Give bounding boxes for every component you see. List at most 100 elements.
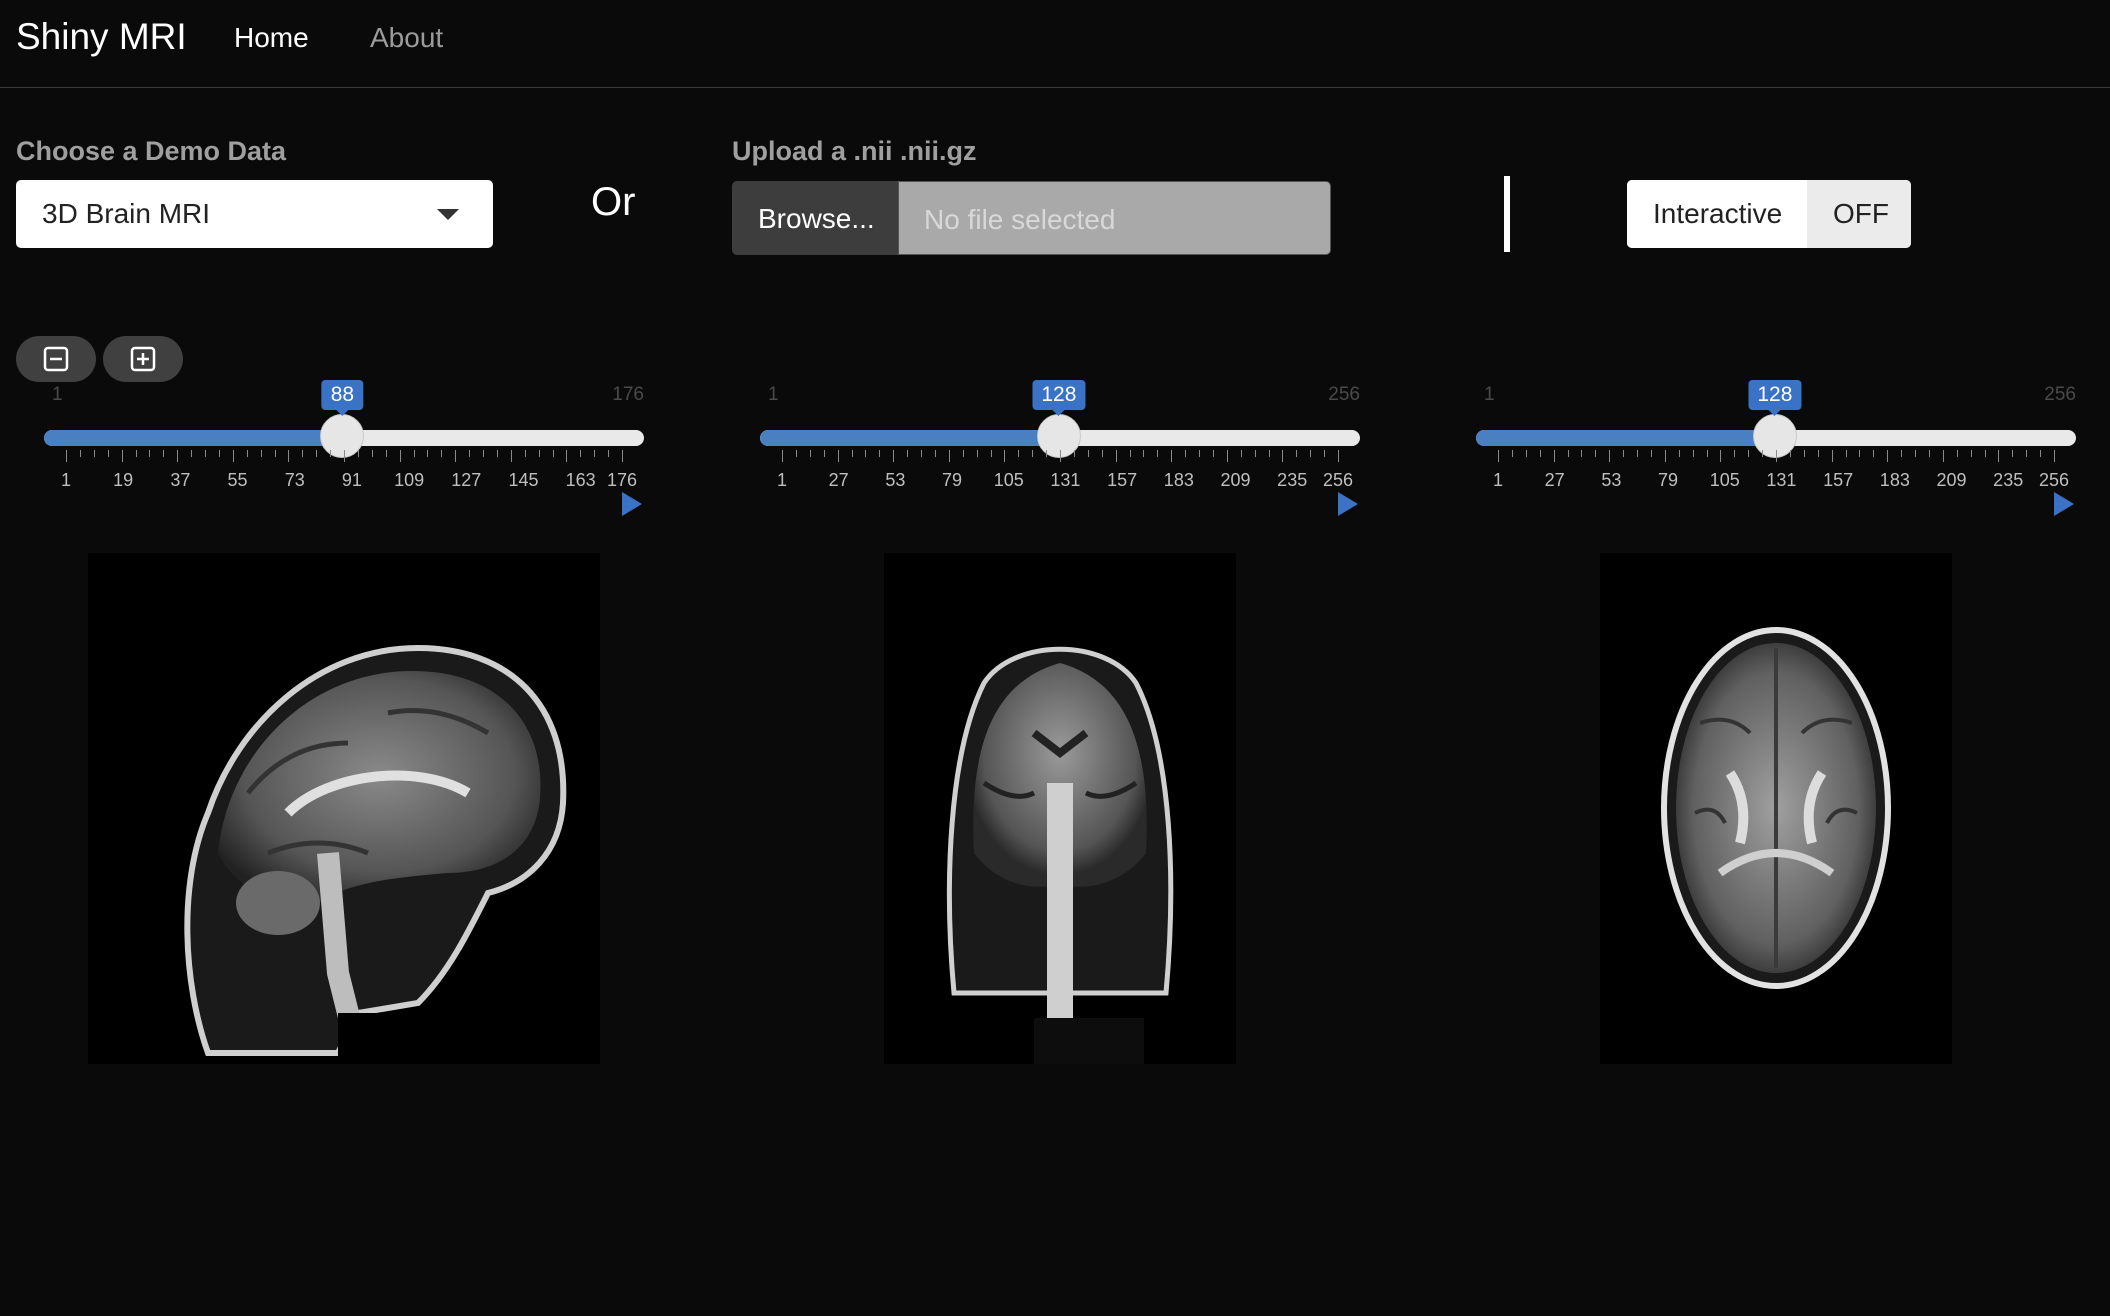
- slider-tick: [782, 450, 783, 462]
- slider-tick: [851, 450, 853, 457]
- slider-tick: [795, 450, 797, 457]
- slider-tick-label: 91: [341, 470, 362, 490]
- or-separator: Or: [591, 180, 636, 224]
- slider-tick: [1032, 450, 1034, 457]
- slider-tick: [1706, 450, 1708, 457]
- slider-max-label: 256: [1328, 384, 1360, 405]
- slider-tick: [93, 450, 95, 457]
- slider-tick: [191, 450, 193, 457]
- slider-tick-label: 37: [170, 470, 191, 490]
- slider-tick: [107, 450, 109, 457]
- axial-slice-slider[interactable]: 1 256 128 1 27 53 79 105 131 157 183 209 235 256: [1476, 380, 2076, 520]
- sagittal-slice-slider[interactable]: 1 176 88 1 19 37 55 73 91 109 127 145 163 176: [44, 380, 644, 520]
- plus-square-icon: [130, 346, 156, 372]
- slider-tick: [357, 450, 359, 457]
- axial-mri-slice[interactable]: [1600, 553, 1952, 1064]
- slider-tick: [879, 450, 881, 457]
- slider-tick: [149, 450, 151, 457]
- slider-tick-label: 127: [451, 470, 482, 490]
- slider-tick: [1970, 450, 1972, 457]
- slider-tick: [1498, 450, 1499, 462]
- brain-axial-image: [1661, 627, 1891, 989]
- sagittal-mri-slice[interactable]: [88, 553, 600, 1064]
- slider-tick: [232, 450, 234, 462]
- slider-tick: [483, 450, 484, 457]
- slider-tick: [371, 450, 373, 457]
- slider-tick: [1762, 450, 1764, 457]
- play-icon[interactable]: [1338, 492, 1358, 516]
- slider-tick-label: 235: [1277, 470, 1308, 490]
- slider-tick: [1984, 450, 1986, 457]
- slider-tick-label: 157: [1107, 470, 1138, 490]
- slider-min-label: 1: [1484, 384, 1495, 405]
- app-brand[interactable]: Shiny MRI: [16, 16, 187, 58]
- file-name-field[interactable]: No file selected: [898, 181, 1331, 255]
- slider-tick: [1157, 450, 1159, 457]
- slider-tick: [385, 450, 387, 457]
- zoom-out-button[interactable]: [16, 336, 96, 382]
- slider-tick: [1553, 450, 1555, 462]
- browse-button[interactable]: Browse...: [732, 181, 898, 255]
- slider-tick: [1143, 450, 1145, 457]
- slider-tick: [1046, 450, 1048, 457]
- slider-value-bubble: 88: [321, 380, 364, 416]
- slider-tick: [594, 450, 596, 457]
- slider-tick: [316, 450, 318, 457]
- slider-tick: [1310, 450, 1312, 457]
- slider-tick: [302, 450, 304, 457]
- slider-tick: [1678, 450, 1680, 457]
- slider-tick-label: 183: [1879, 470, 1910, 490]
- slider-tick: [1324, 450, 1326, 457]
- slider-tick: [1748, 450, 1750, 457]
- slider-tick: [1928, 450, 1930, 457]
- slider-tick-label: 19: [113, 470, 134, 490]
- toggle-on-label[interactable]: Interactive: [1627, 180, 1807, 248]
- zoom-in-button[interactable]: [103, 336, 183, 382]
- play-icon[interactable]: [622, 492, 642, 516]
- slider-tick: [921, 450, 922, 457]
- slider-tick: [2040, 450, 2042, 457]
- slider-tick: [1254, 450, 1256, 457]
- slider-tick: [1567, 450, 1569, 457]
- brain-coronal-image: [946, 646, 1174, 1064]
- slider-tick: [288, 450, 290, 462]
- slider-tick: [1734, 450, 1736, 457]
- slider-fill: [760, 430, 1059, 446]
- slider-tick: [205, 450, 206, 457]
- demo-data-select[interactable]: 3D Brain MRI: [16, 180, 493, 248]
- coronal-slice-slider[interactable]: 1 256 128 1 27 53 79 105 131 157 183 209 235 256: [760, 380, 1360, 520]
- slider-tick-label: 145: [508, 470, 539, 490]
- slider-tick: [1637, 450, 1638, 457]
- slider-tick-label: 109: [394, 470, 425, 490]
- slider-tick: [1998, 450, 2000, 462]
- slider-tick: [1296, 450, 1298, 457]
- navbar: Shiny MRI Home About: [0, 0, 2110, 88]
- slider-tick: [823, 450, 825, 457]
- slider-tick: [163, 450, 165, 457]
- slider-tick: [1282, 450, 1284, 462]
- slider-tick: [622, 450, 623, 462]
- slider-tick-label: 176: [606, 470, 638, 490]
- slider-tick: [1873, 450, 1875, 457]
- slider-tick: [1859, 450, 1861, 457]
- interactive-toggle[interactable]: Interactive OFF: [1627, 180, 1911, 248]
- slider-tick: [1129, 450, 1131, 457]
- nav-about-link[interactable]: About: [370, 22, 443, 54]
- slider-tick: [1115, 450, 1117, 462]
- slider-tick: [1623, 450, 1625, 457]
- toggle-off-label[interactable]: OFF: [1807, 180, 1911, 248]
- slider-tick: [1845, 450, 1847, 457]
- minus-square-icon: [43, 346, 69, 372]
- coronal-mri-slice[interactable]: [884, 553, 1236, 1064]
- nav-home-link[interactable]: Home: [234, 22, 309, 54]
- vertical-divider: [1504, 176, 1510, 252]
- slider-tick: [1942, 450, 1944, 462]
- slider-tick: [976, 450, 978, 457]
- slider-tick: [1664, 450, 1666, 462]
- slider-tick: [990, 450, 992, 457]
- play-icon[interactable]: [2054, 492, 2074, 516]
- slider-tick: [1185, 450, 1187, 457]
- slider-tick: [1199, 450, 1200, 457]
- slider-max-label: 256: [2044, 384, 2076, 405]
- slider-tick: [865, 450, 867, 457]
